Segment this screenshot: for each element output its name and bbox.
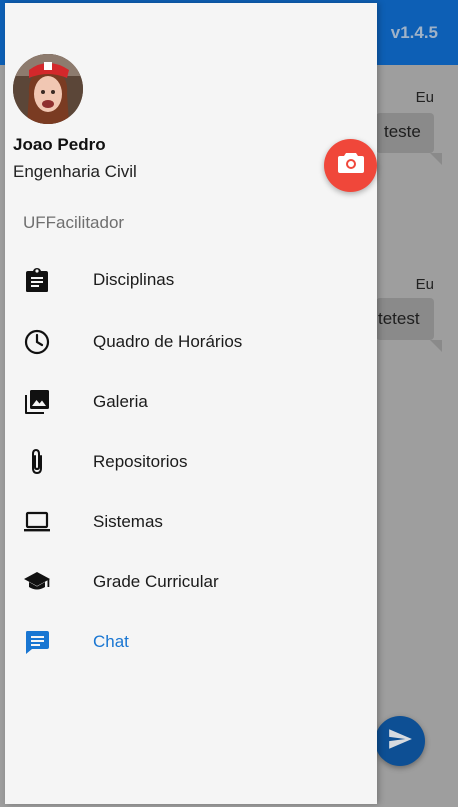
version-label: v1.4.5 [390, 23, 438, 42]
menu-item-label: Disciplinas [93, 270, 175, 289]
send-icon [387, 726, 413, 757]
camera-button[interactable] [324, 139, 377, 192]
message-author: Eu [415, 276, 434, 293]
camera-icon [337, 151, 365, 180]
menu-item-disciplinas[interactable]: Disciplinas [5, 250, 377, 310]
avatar[interactable] [13, 54, 83, 124]
user-course: Engenharia Civil [13, 162, 137, 181]
clock-icon [23, 328, 51, 356]
menu-item-label: Grade Curricular [93, 572, 219, 591]
bubble-tail [430, 340, 442, 352]
menu-item-label: Quadro de Horários [93, 332, 243, 351]
menu-item-galeria[interactable]: Galeria [5, 372, 377, 432]
section-title: UFFacilitador [23, 213, 125, 232]
user-name: Joao Pedro [13, 135, 106, 154]
menu-item-label: Chat [93, 632, 129, 651]
message-text: teste [384, 122, 421, 141]
message-author: Eu [415, 89, 434, 106]
paperclip-icon [23, 448, 51, 476]
graduation-cap-icon [23, 568, 51, 596]
message-bubble: tetest [376, 298, 434, 340]
menu-item-label: Repositorios [93, 452, 188, 471]
send-button[interactable] [375, 716, 425, 766]
menu-item-label: Sistemas [93, 512, 163, 531]
photo-library-icon [23, 388, 51, 416]
menu-item-quadro-de-horarios[interactable]: Quadro de Horários [5, 312, 377, 372]
message-bubble: teste [376, 113, 434, 153]
laptop-icon [23, 508, 51, 536]
bubble-tail [430, 153, 442, 165]
navigation-drawer: Joao Pedro Engenharia Civil UFFacilitado… [5, 3, 377, 804]
menu-item-sistemas[interactable]: Sistemas [5, 492, 377, 552]
menu-item-chat[interactable]: Chat [5, 612, 377, 672]
menu-item-grade-curricular[interactable]: Grade Curricular [5, 552, 377, 612]
message-text: tetest [378, 309, 420, 328]
menu-item-repositorios[interactable]: Repositorios [5, 432, 377, 492]
menu-item-label: Galeria [93, 392, 148, 411]
chat-icon [23, 628, 51, 656]
clipboard-icon [23, 266, 51, 294]
